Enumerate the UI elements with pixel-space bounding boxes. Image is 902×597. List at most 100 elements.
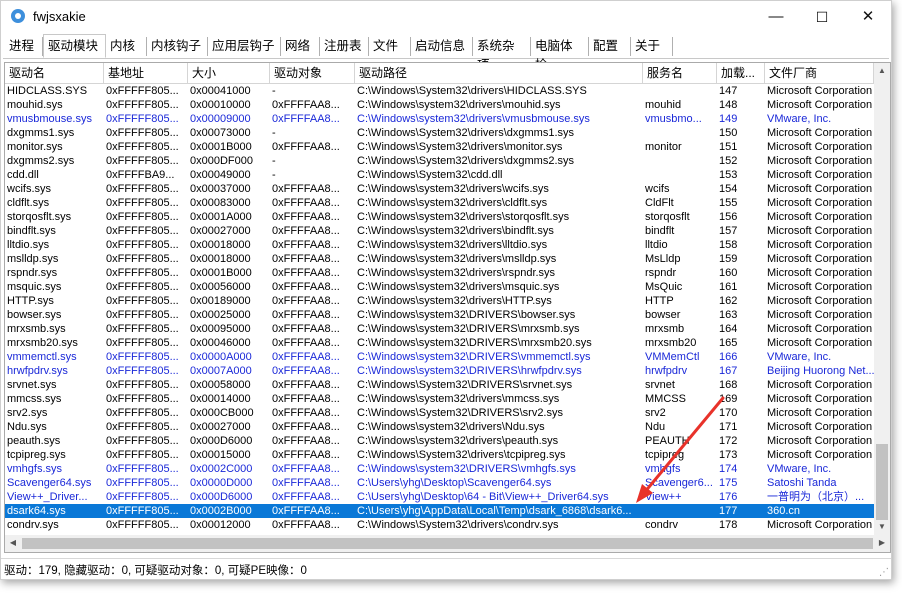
table-cell: C:\Windows\system32\drivers\msquic.sys bbox=[357, 281, 560, 293]
close-button[interactable]: ✕ bbox=[845, 1, 891, 33]
table-row[interactable]: vmmemctl.sys 0xFFFFF805... 0x0000A000 0xFFF… bbox=[5, 350, 874, 364]
table-cell: 0xFFFFAA8... bbox=[272, 393, 340, 405]
table-row[interactable]: srvnet.sys 0xFFFFF805... 0x00058000 0xFFFFA… bbox=[5, 378, 874, 392]
scroll-up-icon[interactable]: ▲ bbox=[874, 63, 890, 79]
tab-2[interactable]: 驱动模块 bbox=[43, 34, 106, 58]
table-cell: 0x00014000 bbox=[190, 393, 251, 405]
minimize-button[interactable]: — bbox=[753, 1, 799, 33]
table-row[interactable]: storqosflt.sys 0xFFFFF805... 0x0001A000 0xF… bbox=[5, 210, 874, 224]
table-row[interactable]: bowser.sys 0xFFFFF805... 0x00025000 0xFFFFA… bbox=[5, 308, 874, 322]
maximize-button[interactable]: ☐ bbox=[799, 1, 845, 33]
table-cell: HTTP.sys bbox=[7, 295, 54, 307]
column-header-7[interactable]: 加载... bbox=[717, 63, 765, 83]
table-row[interactable]: vmusbmouse.sys 0xFFFFF805... 0x00009000 0xF… bbox=[5, 112, 874, 126]
table-row[interactable]: cldflt.sys 0xFFFFF805... 0x00083000 0xFFFFA… bbox=[5, 196, 874, 210]
column-header-8[interactable]: 文件厂商 bbox=[765, 63, 874, 83]
table-cell: 0xFFFFAA8... bbox=[272, 435, 340, 447]
tab-3[interactable]: 内核 bbox=[106, 37, 147, 56]
table-cell: 0x00073000 bbox=[190, 127, 251, 139]
vertical-scroll-thumb[interactable] bbox=[876, 444, 888, 520]
table-row[interactable]: mslldp.sys 0xFFFFF805... 0x00018000 0xFFFFA… bbox=[5, 252, 874, 266]
tab-9[interactable]: 启动信息 bbox=[411, 37, 473, 56]
table-row[interactable]: tcpipreg.sys 0xFFFFF805... 0x00015000 0xFFF… bbox=[5, 448, 874, 462]
table-row[interactable]: dsark64.sys 0xFFFFF805... 0x0002B000 0xFFFF… bbox=[5, 504, 874, 518]
table-cell: Microsoft Corporation bbox=[767, 309, 873, 321]
table-row[interactable]: cdd.dll 0xFFFFBA9... 0x00049000 - C:\Windows… bbox=[5, 168, 874, 182]
column-header-6[interactable]: 服务名 bbox=[643, 63, 717, 83]
table-row[interactable]: hrwfpdrv.sys 0xFFFFF805... 0x0007A000 0xFFF… bbox=[5, 364, 874, 378]
table-row[interactable]: mrxsmb.sys 0xFFFFF805... 0x00095000 0xFFFFA… bbox=[5, 322, 874, 336]
table-cell: 154 bbox=[719, 183, 738, 195]
table-row[interactable]: dxgmms1.sys 0xFFFFF805... 0x00073000 - C:\Wi… bbox=[5, 126, 874, 140]
tab-12[interactable]: 配置 bbox=[589, 37, 631, 56]
table-row[interactable]: HIDCLASS.SYS 0xFFFFF805... 0x00041000 - C:\W… bbox=[5, 84, 874, 98]
table-row[interactable]: mrxsmb20.sys 0xFFFFF805... 0x00046000 0xFFF… bbox=[5, 336, 874, 350]
horizontal-scroll-thumb[interactable] bbox=[22, 538, 873, 549]
table-row[interactable]: srv2.sys 0xFFFFF805... 0x000CB000 0xFFFFAA8… bbox=[5, 406, 874, 420]
tab-1[interactable]: 进程 bbox=[5, 37, 43, 56]
table-cell: - bbox=[272, 169, 276, 181]
table-cell: Microsoft Corporation bbox=[767, 253, 873, 265]
table-cell: 172 bbox=[719, 435, 738, 447]
table-row[interactable]: dxgmms2.sys 0xFFFFF805... 0x000DF000 - C:\Wi… bbox=[5, 154, 874, 168]
table-cell: 0xFFFFF805... bbox=[106, 519, 179, 531]
tab-13[interactable]: 关于 bbox=[631, 37, 673, 56]
table-row[interactable]: wcifs.sys 0xFFFFF805... 0x00037000 0xFFFFAA… bbox=[5, 182, 874, 196]
horizontal-scrollbar[interactable]: ◀ ▶ bbox=[5, 535, 890, 552]
table-cell: Microsoft Corporation bbox=[767, 519, 873, 531]
tab-8[interactable]: 文件 bbox=[369, 37, 411, 56]
table-cell: C:\Windows\system32\drivers\bindflt.sys bbox=[357, 225, 554, 237]
table-row[interactable]: mouhid.sys 0xFFFFF805... 0x00010000 0xFFFFA… bbox=[5, 98, 874, 112]
scroll-left-icon[interactable]: ◀ bbox=[5, 535, 21, 551]
tab-4[interactable]: 内核钩子 bbox=[147, 37, 208, 56]
table-cell: vmusbmo... bbox=[645, 113, 702, 125]
table-cell: wcifs bbox=[645, 183, 670, 195]
table-row[interactable]: HTTP.sys 0xFFFFF805... 0x00189000 0xFFFFAA8… bbox=[5, 294, 874, 308]
table-cell: cdd.dll bbox=[7, 169, 39, 181]
column-header-4[interactable]: 驱动对象 bbox=[270, 63, 355, 83]
table-cell: bindflt.sys bbox=[7, 225, 56, 237]
column-header-2[interactable]: 基地址 bbox=[104, 63, 188, 83]
resize-grip-icon[interactable]: ⋰ bbox=[879, 567, 889, 578]
table-cell: condrv bbox=[645, 519, 679, 531]
table-row[interactable]: Ndu.sys 0xFFFFF805... 0x00027000 0xFFFFAA8.… bbox=[5, 420, 874, 434]
table-row[interactable]: lltdio.sys 0xFFFFF805... 0x00018000 0xFFFFA… bbox=[5, 238, 874, 252]
vertical-scrollbar[interactable]: ▲ ▼ bbox=[874, 63, 890, 535]
table-cell: bowser bbox=[645, 309, 681, 321]
table-cell: 165 bbox=[719, 337, 738, 349]
table-cell: Microsoft Corporation bbox=[767, 183, 873, 195]
table-cell: Microsoft Corporation bbox=[767, 379, 873, 391]
table-row[interactable]: bindflt.sys 0xFFFFF805... 0x00027000 0xFFFF… bbox=[5, 224, 874, 238]
tab-6[interactable]: 网络 bbox=[281, 37, 320, 56]
driver-list[interactable]: 驱动名 基地址 大小 驱动对象 驱动路径 服务名 加载... 文件厂商 HIDCLASS.SY… bbox=[4, 62, 891, 553]
table-row[interactable]: mmcss.sys 0xFFFFF805... 0x00014000 0xFFFFAA… bbox=[5, 392, 874, 406]
table-cell: 0xFFFFF805... bbox=[106, 113, 179, 125]
table-cell: 0xFFFFAA8... bbox=[272, 463, 340, 475]
table-row[interactable]: msquic.sys 0xFFFFF805... 0x00056000 0xFFFFA… bbox=[5, 280, 874, 294]
tab-11[interactable]: 电脑体检 bbox=[531, 37, 589, 72]
table-cell: 0xFFFFAA8... bbox=[272, 113, 340, 125]
tab-5[interactable]: 应用层钩子 bbox=[208, 37, 281, 56]
table-cell: mrxsmb.sys bbox=[7, 323, 66, 335]
tab-10[interactable]: 系统杂项 bbox=[473, 37, 531, 72]
scroll-right-icon[interactable]: ▶ bbox=[874, 535, 890, 551]
table-cell: 一普明为（北京）... bbox=[767, 491, 865, 503]
column-header-1[interactable]: 驱动名 bbox=[5, 63, 104, 83]
table-row[interactable]: rspndr.sys 0xFFFFF805... 0x0001B000 0xFFFFA… bbox=[5, 266, 874, 280]
table-cell: - bbox=[272, 155, 276, 167]
table-row[interactable]: vmhgfs.sys 0xFFFFF805... 0x0002C000 0xFFFFA… bbox=[5, 462, 874, 476]
column-header-3[interactable]: 大小 bbox=[188, 63, 270, 83]
scroll-down-icon[interactable]: ▼ bbox=[874, 519, 890, 535]
table-cell: Beijing Huorong Net... bbox=[767, 365, 874, 377]
table-row[interactable]: View++_Driver... 0xFFFFF805... 0x000D6000 0… bbox=[5, 490, 874, 504]
title-bar[interactable]: fwjsxakie — ☐ ✕ bbox=[1, 1, 891, 33]
table-row[interactable]: peauth.sys 0xFFFFF805... 0x000D6000 0xFFFFA… bbox=[5, 434, 874, 448]
table-cell: dsark64.sys bbox=[7, 505, 66, 517]
table-cell: 0x00010000 bbox=[190, 99, 251, 111]
column-header-5[interactable]: 驱动路径 bbox=[355, 63, 643, 83]
table-row[interactable]: monitor.sys 0xFFFFF805... 0x0001B000 0xFFFF… bbox=[5, 140, 874, 154]
table-cell: C:\Windows\system32\drivers\vmusbmouse.s… bbox=[357, 113, 590, 125]
table-row[interactable]: condrv.sys 0xFFFFF805... 0x00012000 0xFFFFA… bbox=[5, 518, 874, 532]
tab-7[interactable]: 注册表 bbox=[320, 37, 369, 56]
table-row[interactable]: Scavenger64.sys 0xFFFFF805... 0x0000D000 0x… bbox=[5, 476, 874, 490]
